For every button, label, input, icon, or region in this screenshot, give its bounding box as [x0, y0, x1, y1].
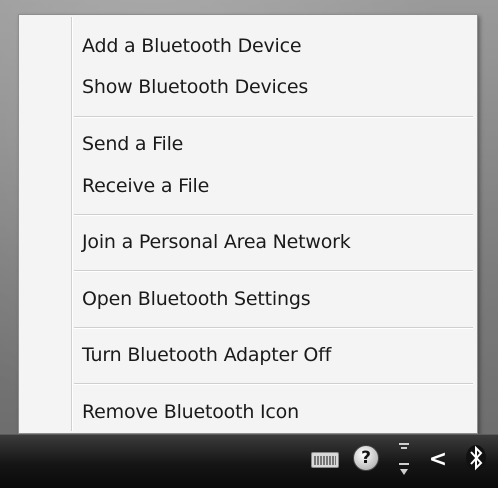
menu-item-turn-adapter-off[interactable]: Turn Bluetooth Adapter Off	[82, 340, 331, 370]
menu-item-send-file[interactable]: Send a File	[82, 129, 183, 159]
keyboard-icon[interactable]	[311, 452, 339, 468]
menu-separator	[74, 214, 473, 215]
menu-item-receive-file[interactable]: Receive a File	[82, 171, 209, 201]
chevron-glyph: <	[428, 446, 448, 472]
menu-separator	[74, 327, 473, 328]
help-icon[interactable]: ?	[353, 445, 379, 471]
chevron-left-icon[interactable]: <	[428, 446, 448, 472]
bluetooth-context-menu: Add a Bluetooth Device Show Bluetooth De…	[18, 14, 478, 434]
menu-separator	[74, 270, 473, 271]
bluetooth-icon[interactable]	[462, 443, 490, 473]
help-glyph: ?	[361, 448, 371, 468]
menu-item-remove-bluetooth-icon[interactable]: Remove Bluetooth Icon	[82, 397, 299, 427]
menu-item-open-bluetooth-settings[interactable]: Open Bluetooth Settings	[82, 284, 311, 314]
taskbar: ? <	[0, 434, 498, 488]
menu-icon-gutter	[71, 17, 72, 431]
menu-separator	[74, 116, 473, 117]
network-icon[interactable]	[394, 441, 414, 477]
menu-separator	[74, 383, 473, 384]
menu-item-show-bluetooth-devices[interactable]: Show Bluetooth Devices	[82, 72, 308, 102]
menu-item-add-bluetooth-device[interactable]: Add a Bluetooth Device	[82, 31, 302, 61]
menu-item-join-personal-area-network[interactable]: Join a Personal Area Network	[82, 227, 351, 257]
